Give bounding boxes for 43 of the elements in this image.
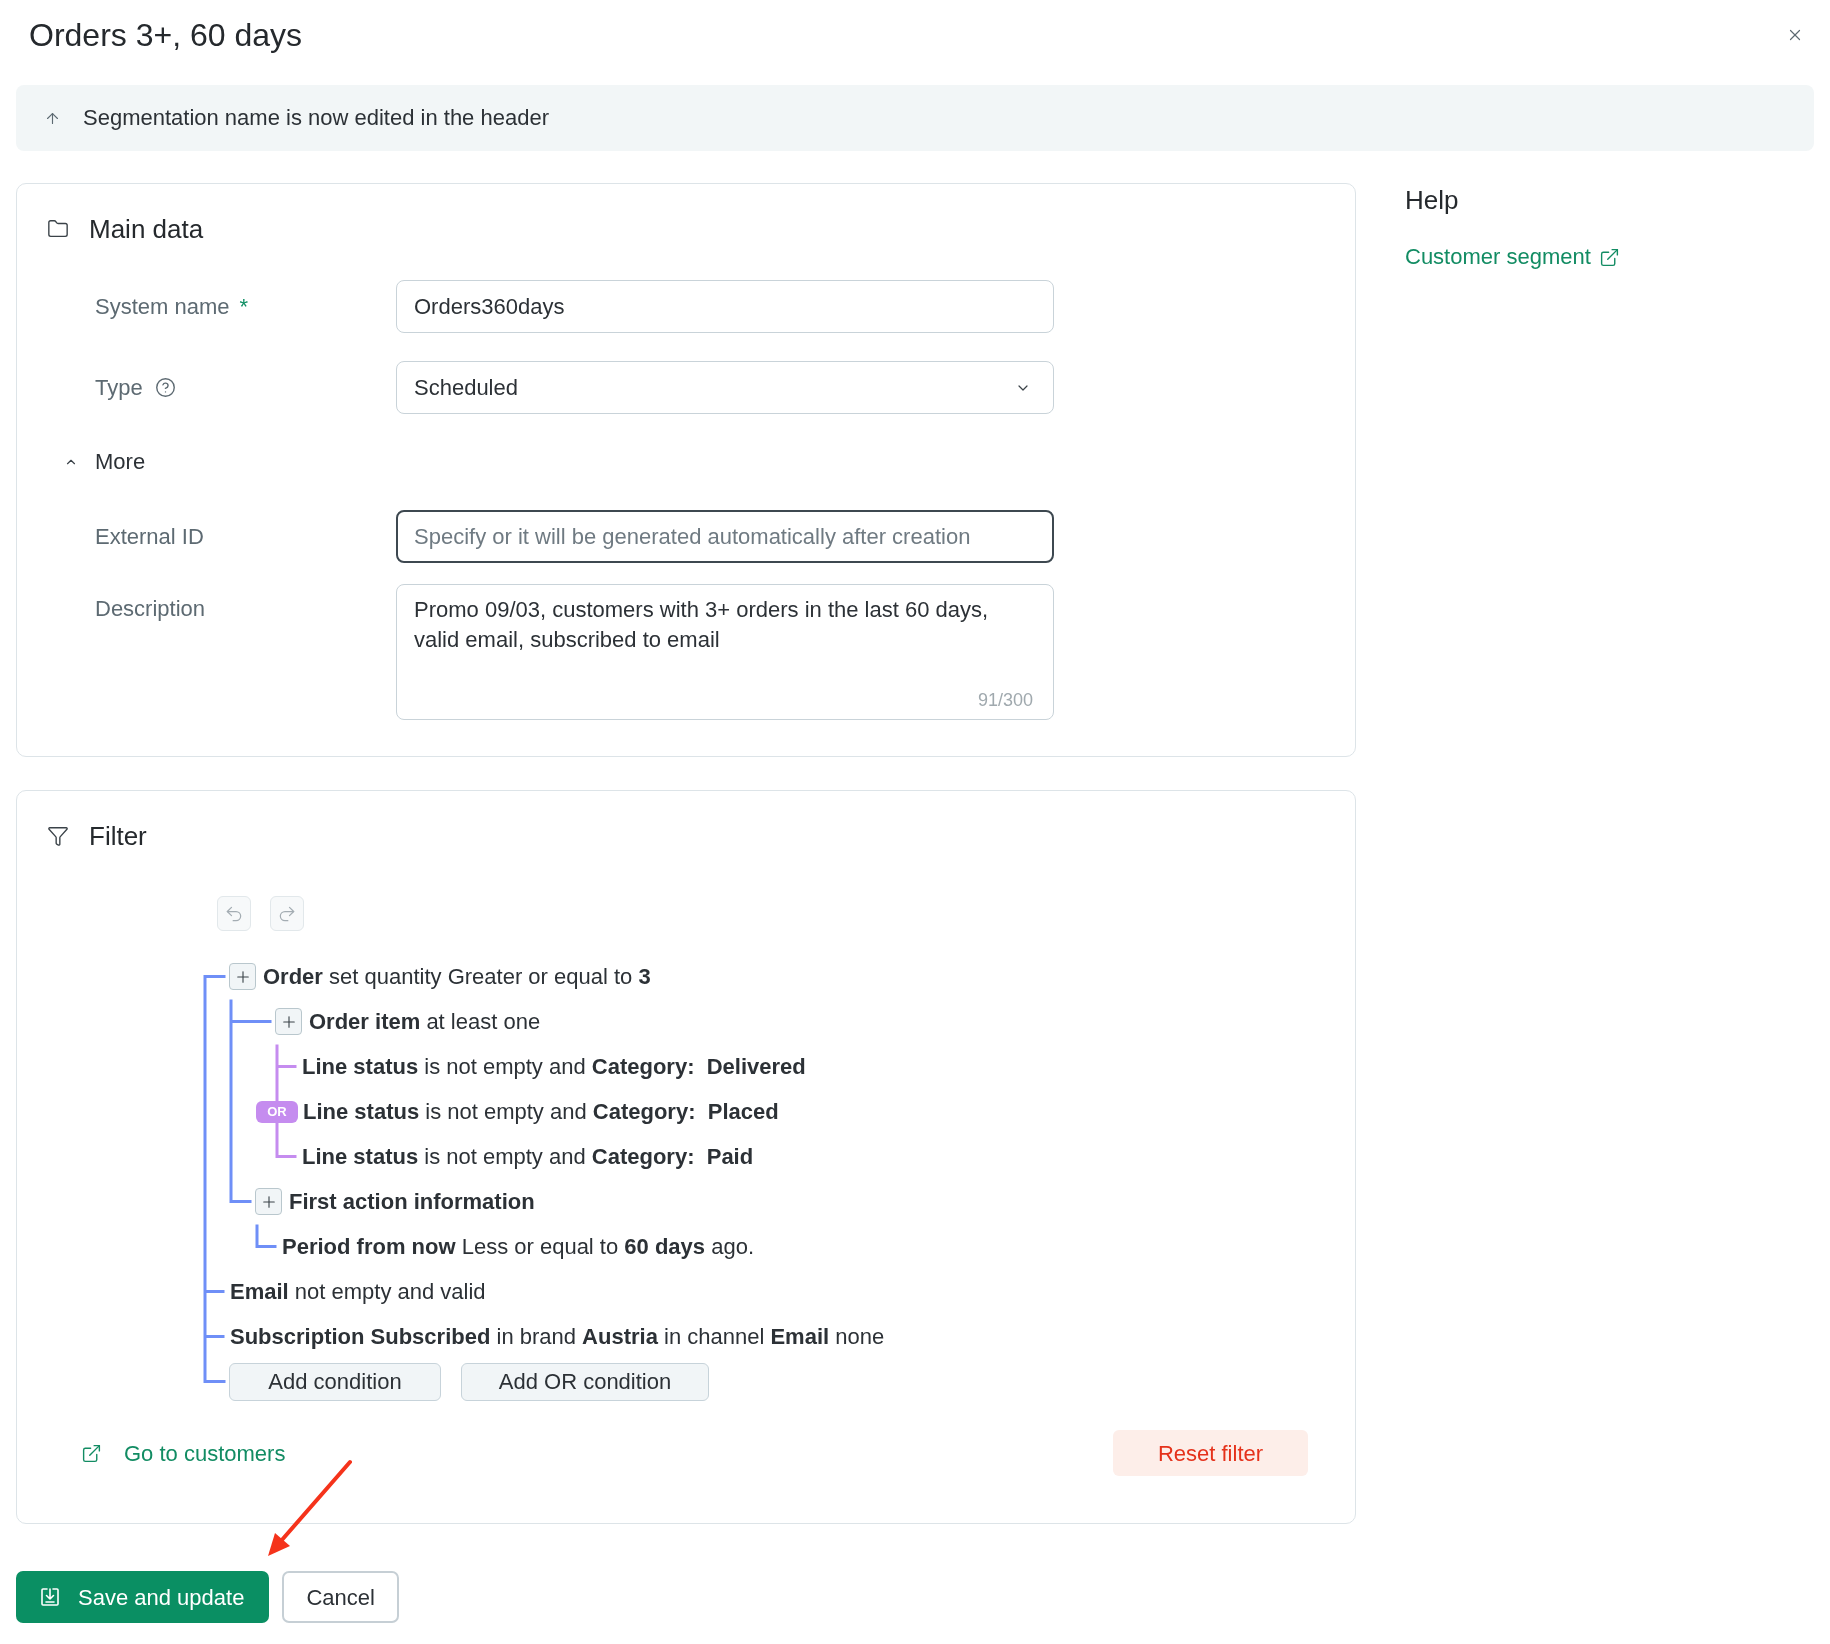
filter-icon [47,825,69,847]
system-name-field[interactable]: Orders360days [396,280,1054,333]
description-field[interactable]: Promo 09/03, customers with 3+ orders in the last 60 days, valid email, subscribed to email 91/300 [396,584,1054,720]
external-link-icon [81,1442,102,1464]
required-mark: * [239,292,249,321]
cancel-button[interactable]: Cancel [282,1571,399,1623]
external-link-icon [1598,246,1620,268]
section-title: Main data [89,213,204,245]
help-title: Help [1405,184,1460,217]
field-label: External ID [95,522,204,551]
condition-text: Email not empty and valid [230,1277,486,1306]
folder-icon [47,218,69,240]
field-label: Description [95,595,206,623]
more-toggle[interactable]: More [64,448,146,476]
condition-text: Line status is not empty and Category: Delivered [302,1052,806,1081]
character-counter: 91/300 [977,689,1033,711]
dialog-title: Orders 3+, 60 days [29,16,303,54]
condition-text: First action information [289,1187,535,1216]
operator-badge: OR [256,1100,298,1123]
plus-button[interactable] [255,1188,282,1215]
go-to-customers-link[interactable]: Go to customers [81,1436,286,1470]
section-title: Filter [89,820,147,852]
reset-filter-button[interactable]: Reset filter [1113,1430,1308,1476]
save-button[interactable]: Save and update [16,1571,270,1623]
field-label: System name [95,292,230,321]
external-id-field[interactable]: Specify or it will be generated automatically after creation [396,510,1054,563]
add-condition-button[interactable]: Add condition [229,1362,441,1401]
field-label: Type [95,373,143,402]
customer-segment-link[interactable]: Customer segment [1405,243,1620,271]
add-or-condition-button[interactable]: Add OR condition [461,1362,709,1401]
tree-connector-line [255,1224,277,1248]
condition-text: Order item at least one [309,1007,541,1036]
help-icon[interactable] [154,377,176,398]
plus-button[interactable] [229,963,256,990]
condition-text: Line status is not empty and Category: Placed [303,1097,779,1126]
notice-text: Segmentation name is now edited in the header [83,104,549,132]
download-icon [40,1587,60,1607]
condition-text: Order set quantity Greater or equal to 3 [263,962,651,991]
plus-button[interactable] [275,1008,302,1035]
condition-text: Line status is not empty and Category: Paid [302,1142,754,1171]
condition-text: Subscription Subscribed in brand Austria in channel Email none [230,1322,885,1351]
type-select[interactable]: Scheduled [396,361,1054,414]
condition-text: Period from now Less or equal to 60 days ago. [282,1232,754,1261]
